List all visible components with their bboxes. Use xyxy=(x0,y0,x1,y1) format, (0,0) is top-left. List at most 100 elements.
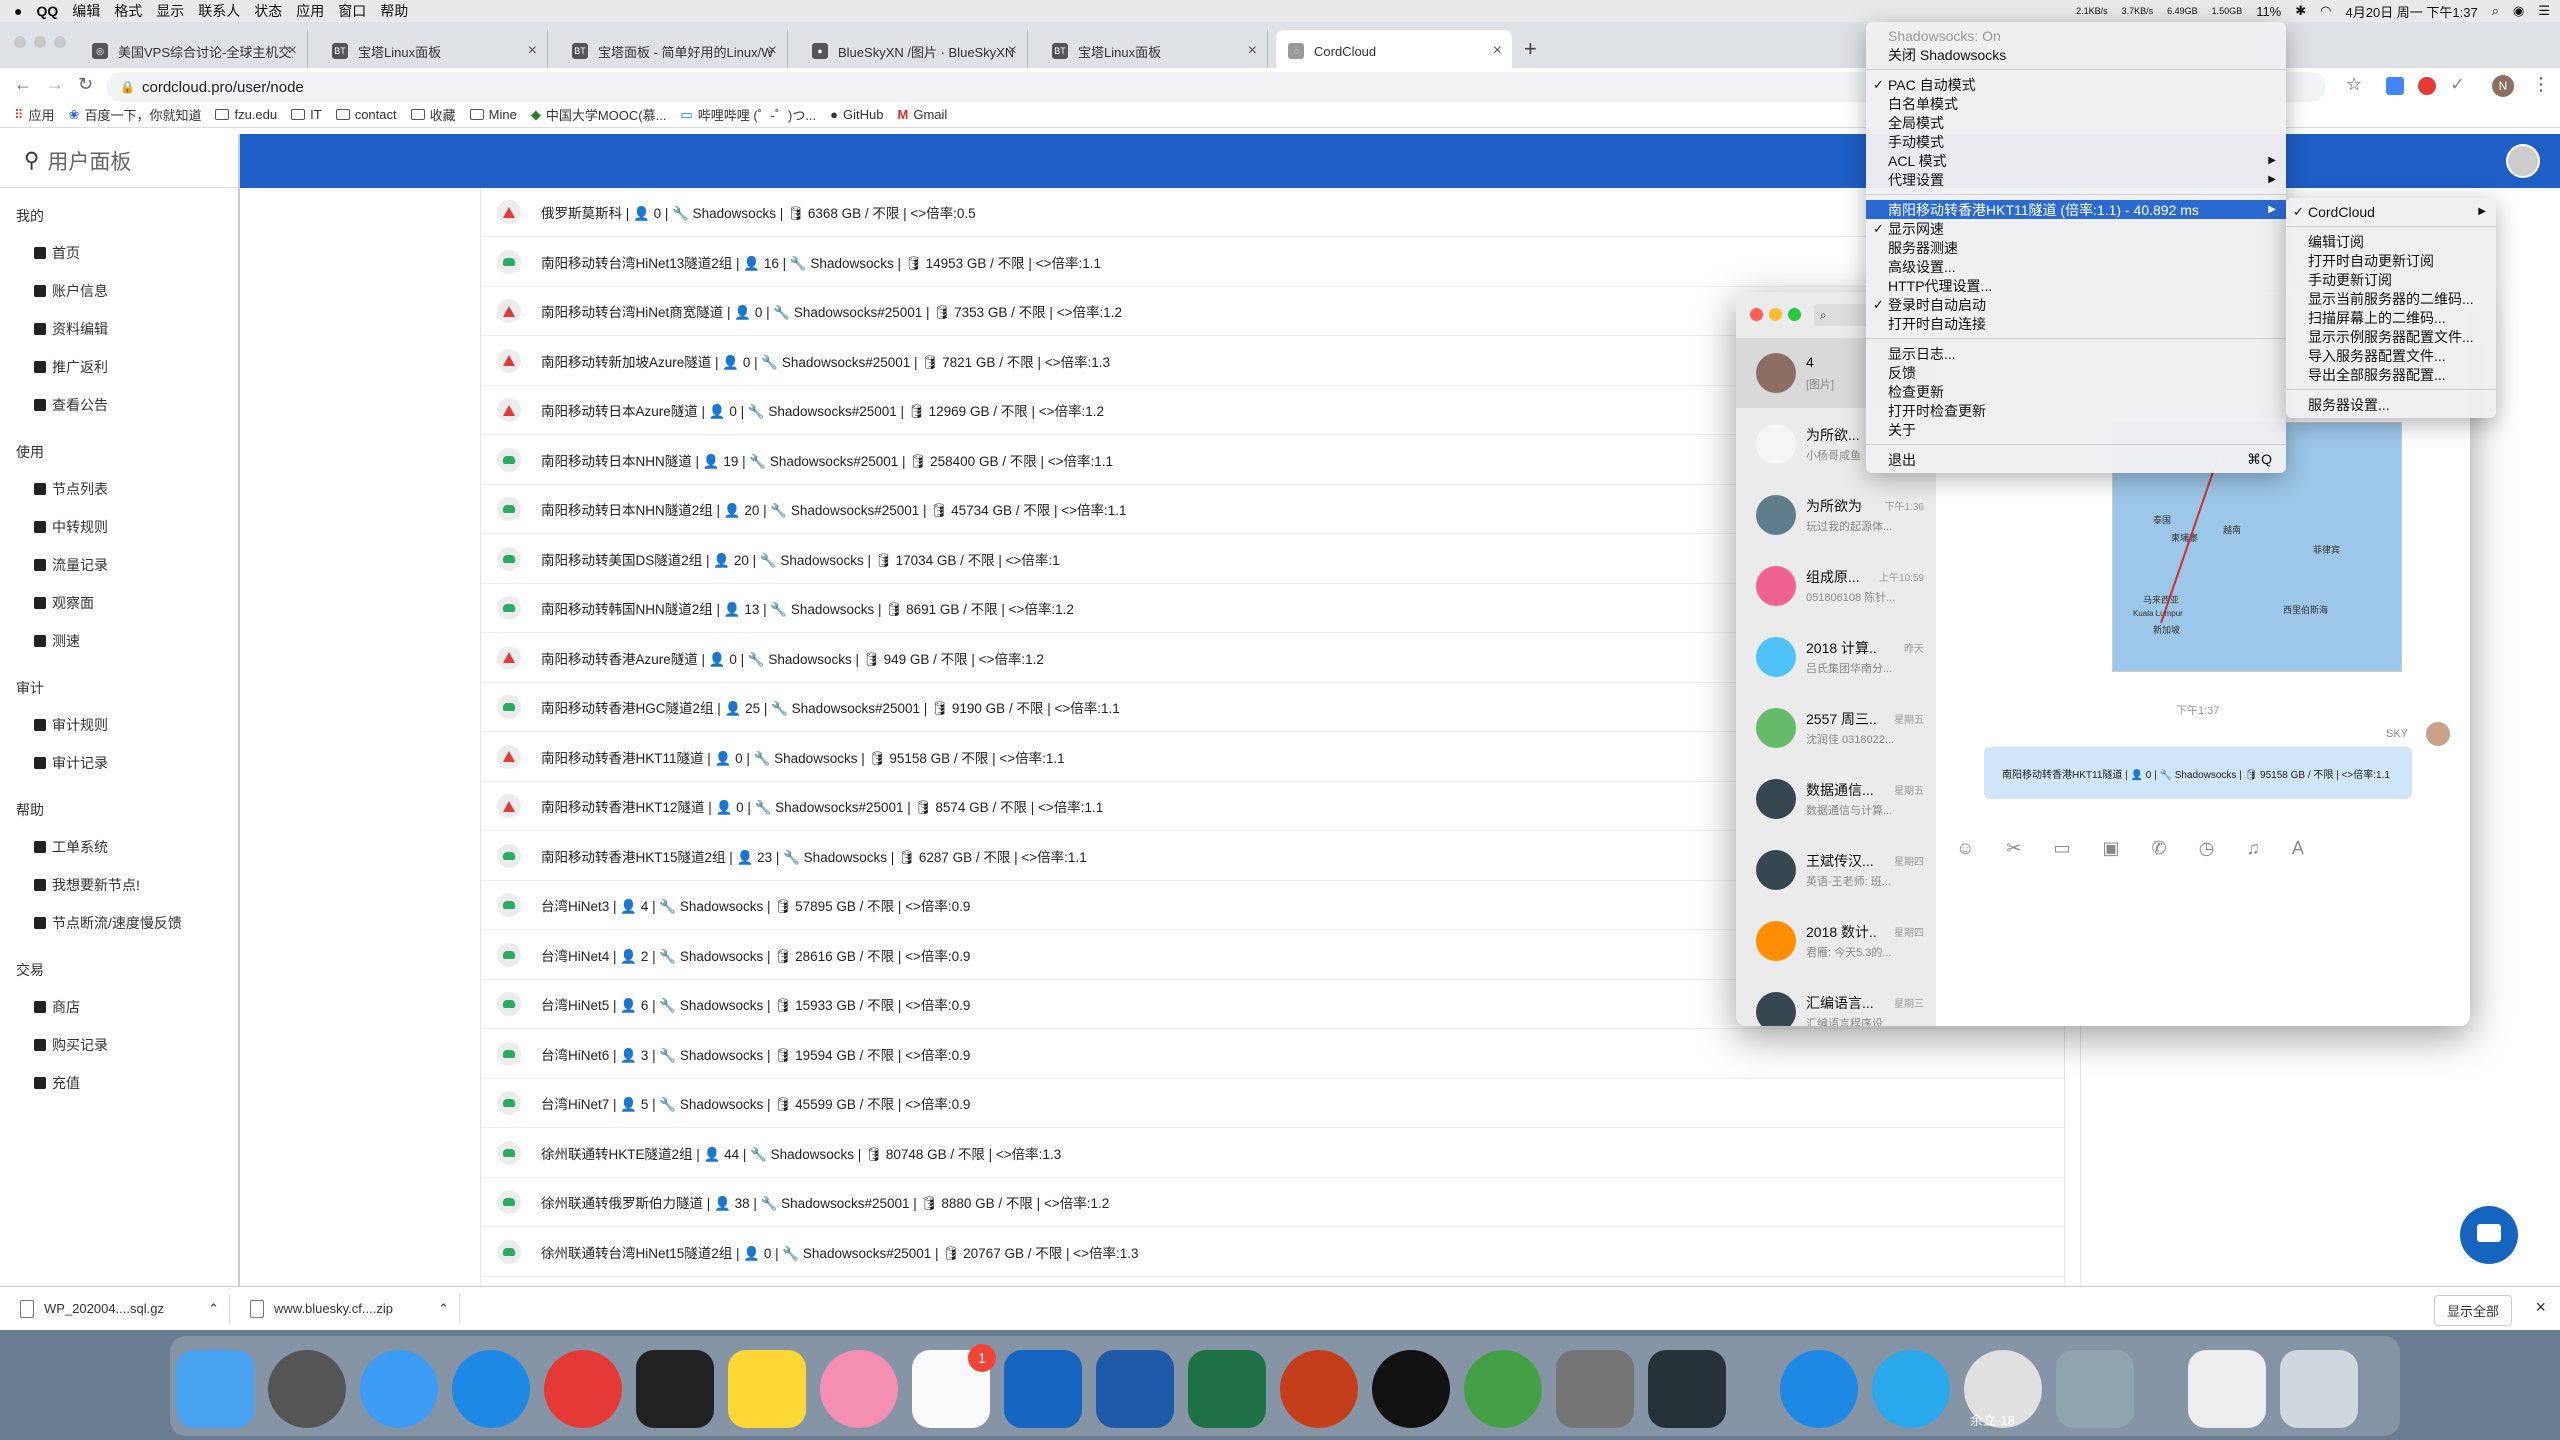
bookmark-mooc[interactable]: ◆ 中国大学MOOC(慕... xyxy=(531,105,667,124)
manual-update-subscription[interactable]: 手动更新订阅 xyxy=(2286,270,2496,289)
sidebar-item[interactable]: 节点断流/速度慢反馈 xyxy=(0,904,238,942)
ss-mode-global[interactable]: 全局模式 xyxy=(1866,113,2286,132)
tab-close-icon[interactable]: × xyxy=(288,42,297,60)
sidebar-item[interactable]: 我想要新节点! xyxy=(0,866,238,904)
browser-tab[interactable]: BT 宝塔面板 - 简单好用的Linux/Wi × xyxy=(560,30,788,72)
ss-about[interactable]: 关于 xyxy=(1866,420,2286,439)
sidebar-item[interactable]: 资料编辑 xyxy=(0,310,238,348)
bookmark-baidu[interactable]: ❀ 百度一下，你就知道 xyxy=(69,105,202,124)
export-server-config[interactable]: 导出全部服务器配置... xyxy=(2286,365,2496,384)
tab-close-icon[interactable]: × xyxy=(528,42,537,60)
qq-icon[interactable] xyxy=(1372,1350,1450,1428)
server-settings[interactable]: 服务器设置... xyxy=(2286,395,2496,414)
menubar-item-view[interactable]: 显示 xyxy=(156,1,184,21)
window-close-icon[interactable] xyxy=(1750,308,1763,321)
preview-icon[interactable] xyxy=(2056,1350,2134,1428)
sidebar-item[interactable]: 中转规则 xyxy=(0,508,238,546)
chrome-icon[interactable] xyxy=(544,1350,622,1428)
ss-mode-pac[interactable]: PAC 自动模式 xyxy=(1866,75,2286,94)
menubar-item-format[interactable]: 格式 xyxy=(114,1,142,21)
bookmark-star-icon[interactable]: ☆ xyxy=(2346,74,2362,95)
translate-extension-icon[interactable] xyxy=(2386,77,2404,95)
conversation-item[interactable]: 为所欲为 下午1:36 玩过我的起源体... xyxy=(1736,480,1936,550)
messages-icon[interactable] xyxy=(360,1350,438,1428)
bookmark-folder-favorites[interactable]: 收藏 xyxy=(410,105,456,124)
ss-server-item[interactable]: 南阳移动转香港HKT11隧道 (倍率:1.1) - 40.892 ms ▶ xyxy=(1866,200,2286,219)
back-icon[interactable]: ← xyxy=(14,74,32,95)
ss-feedback[interactable]: 反馈 xyxy=(1866,363,2286,382)
wechat-icon[interactable] xyxy=(1464,1350,1542,1428)
browser-tab[interactable]: BT 宝塔Linux面板 × xyxy=(320,30,548,72)
xcode-icon[interactable] xyxy=(1004,1350,1082,1428)
activity-monitor-icon[interactable] xyxy=(1648,1350,1726,1428)
finder-icon[interactable] xyxy=(176,1350,254,1428)
bookmark-folder-it[interactable]: IT xyxy=(291,107,322,122)
reload-icon[interactable]: ↻ xyxy=(78,74,93,95)
menubar-item-contacts[interactable]: 联系人 xyxy=(198,1,240,21)
ss-mode-acl[interactable]: ACL 模式 ▶ xyxy=(1866,151,2286,170)
forward-icon[interactable]: → xyxy=(46,74,64,95)
launchpad-icon[interactable] xyxy=(268,1350,346,1428)
ss-mode-manual[interactable]: 手动模式 xyxy=(1866,132,2286,151)
ss-advanced-settings[interactable]: 高级设置... xyxy=(1866,257,2286,276)
conversation-item[interactable]: 2018 计算... 昨天 吕氏集团华南分... xyxy=(1736,622,1936,692)
tab-close-icon[interactable]: × xyxy=(1248,42,1257,60)
conversation-item[interactable]: 2557 周三... 星期五 沈润佳 0318022... xyxy=(1736,693,1936,763)
ss-check-updates[interactable]: 检查更新 xyxy=(1866,382,2286,401)
chevron-up-icon[interactable]: ⌃ xyxy=(208,1301,219,1317)
ss-proxy-settings[interactable]: 代理设置 ▶ xyxy=(1866,170,2286,189)
node-row[interactable]: 徐州联通转台湾HiNet15隧道2组 | 👤 0 | 🔧 Shadowsocks… xyxy=(481,1228,2066,1277)
scan-screen-qrcode[interactable]: 扫描屏幕上的二维码... xyxy=(2286,308,2496,327)
sidebar-item[interactable]: 流量记录 xyxy=(0,546,238,584)
ss-check-updates-on-launch[interactable]: 打开时检查更新 xyxy=(1866,401,2286,420)
bookmark-folder-contact[interactable]: contact xyxy=(335,107,397,122)
node-row[interactable]: 徐州联通转HKTE隧道2组 | 👤 44 | 🔧 Shadowsocks | 🛢… xyxy=(481,1129,2066,1178)
traffic-light-max-icon[interactable] xyxy=(54,36,66,48)
mute-bell-icon[interactable]: ♫ xyxy=(2246,838,2260,859)
sidebar-item[interactable]: 账户信息 xyxy=(0,272,238,310)
ss-show-speed[interactable]: 显示网速 xyxy=(1866,219,2286,238)
system-preferences-icon[interactable] xyxy=(1556,1350,1634,1428)
ss-toggle-item[interactable]: 关闭 Shadowsocks xyxy=(1866,45,2286,64)
conversation-item[interactable]: 王斌传汉... 星期四 英语-王老师: 班... xyxy=(1736,835,1936,905)
show-server-qrcode[interactable]: 显示当前服务器的二维码... xyxy=(2286,289,2496,308)
apple-icon[interactable]: ● xyxy=(14,3,22,19)
bookmark-gmail[interactable]: M Gmail xyxy=(897,107,947,122)
conversation-item[interactable]: 汇编语言... 星期三 汇编语言程序设 xyxy=(1736,977,1936,1026)
excel-icon[interactable] xyxy=(1188,1350,1266,1428)
node-row[interactable]: 俄罗斯莫斯科 | 👤 0 | 🔧 Shadowsocks | 🛢 6368 GB… xyxy=(481,188,2066,237)
history-clock-icon[interactable]: ◷ xyxy=(2199,838,2215,859)
control-center-icon[interactable]: ☰ xyxy=(2538,3,2550,19)
menubar-item-help[interactable]: 帮助 xyxy=(380,1,408,21)
tab-close-icon[interactable]: × xyxy=(1493,42,1502,60)
profile-avatar-icon[interactable]: N xyxy=(2492,75,2514,97)
ss-auto-connect[interactable]: 打开时自动连接 xyxy=(1866,314,2286,333)
ss-http-proxy-settings[interactable]: HTTP代理设置... xyxy=(1866,276,2286,295)
ss-server-speedtest[interactable]: 服务器测速 xyxy=(1866,238,2286,257)
edit-subscription[interactable]: 编辑订阅 xyxy=(2286,232,2496,251)
archive-file-icon[interactable] xyxy=(2188,1350,2266,1428)
bookmark-github[interactable]: ● GitHub xyxy=(830,107,883,122)
screenshot-icon[interactable]: ▣ xyxy=(2103,838,2120,859)
sidebar-item[interactable]: 测速 xyxy=(0,622,238,660)
app-icon[interactable] xyxy=(1780,1350,1858,1428)
siri-icon[interactable]: ◉ xyxy=(2513,3,2524,19)
sidebar-item[interactable]: 审计规则 xyxy=(0,706,238,744)
sidebar-item[interactable]: 购买记录 xyxy=(0,1026,238,1064)
bookmark-apps[interactable]: ⠿ 应用 xyxy=(14,105,55,124)
sidebar-item[interactable]: 审计记录 xyxy=(0,744,238,782)
node-row[interactable]: 徐州联通转台湾HiNet隧道1组 | 👤 0 | 🔧 Shadowsocks#2… xyxy=(481,1277,2066,1286)
node-row[interactable]: 台湾HiNet7 | 👤 5 | 🔧 Shadowsocks | 🛢 45599… xyxy=(481,1079,2066,1128)
sidebar-item[interactable]: 查看公告 xyxy=(0,386,238,424)
notes-icon[interactable] xyxy=(728,1350,806,1428)
safari-icon[interactable] xyxy=(452,1350,530,1428)
traffic-light-close-icon[interactable] xyxy=(14,36,26,48)
node-row[interactable]: 南阳移动转台湾HiNet13隧道2组 | 👤 16 | 🔧 Shadowsock… xyxy=(481,238,2066,287)
window-maximize-icon[interactable] xyxy=(1788,308,1801,321)
check-extension-icon[interactable]: ✓ xyxy=(2450,74,2465,95)
browser-tab[interactable]: ◎ 美国VPS综合讨论-全球主机交流 × xyxy=(80,30,308,72)
message-bubble[interactable]: 南阳移动转香港HKT11隧道 | 👤 0 | 🔧 Shadowsocks | 🛢… xyxy=(1984,747,2412,799)
chevron-up-icon[interactable]: ⌃ xyxy=(438,1301,449,1317)
browser-tab[interactable]: BT 宝塔Linux面板 × xyxy=(1040,30,1268,72)
window-minimize-icon[interactable] xyxy=(1769,308,1782,321)
